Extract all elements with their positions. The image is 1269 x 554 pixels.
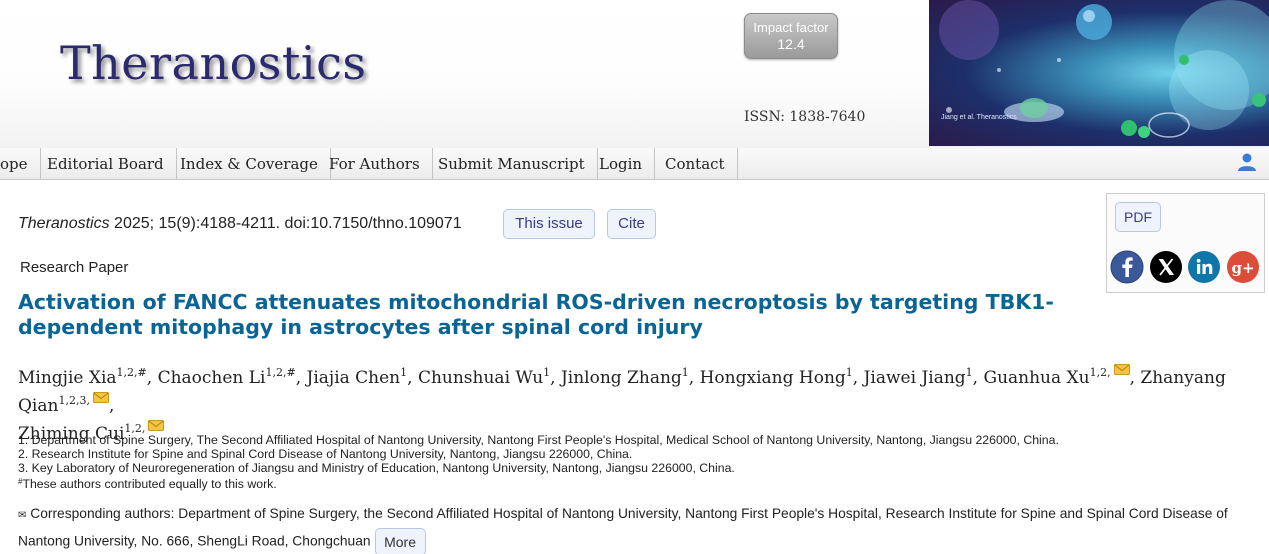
nav-item-contact[interactable]: Contact (653, 148, 738, 179)
citation-line: Theranostics 2025; 15(9):4188-4211. doi:… (18, 215, 462, 233)
site-header: Theranostics Impact factor 12.4 ISSN: 18… (0, 0, 1269, 148)
issn: ISSN: 1838-7640 (744, 109, 866, 125)
author-affiliation-sup: 1,2,# (116, 366, 147, 379)
main-nav: ope Editorial Board Index & Coverage For… (0, 148, 1269, 180)
nav-item-login[interactable]: Login (587, 148, 656, 179)
envelope-icon[interactable] (1113, 364, 1130, 375)
impact-factor-value: 12.4 (777, 36, 805, 52)
linkedin-icon[interactable] (1187, 250, 1221, 284)
x-icon[interactable] (1149, 250, 1183, 284)
author-affiliation-sup: 1 (681, 366, 689, 379)
nav-item-index-coverage[interactable]: Index & Coverage (168, 148, 331, 179)
author-affiliation-sup: 1,2,# (265, 366, 296, 379)
journal-name: Theranostics (18, 215, 110, 232)
author-affiliation-sup: 1 (543, 366, 551, 379)
author-affiliation-sup: 1 (965, 366, 973, 379)
article-type: Research Paper (20, 259, 129, 276)
author-name[interactable]: Jiajia Chen (307, 368, 401, 388)
cover-credit: Jiang et al. Theranostics (941, 114, 1017, 121)
cite-button[interactable]: Cite (607, 209, 656, 239)
facebook-icon[interactable] (1110, 250, 1144, 284)
envelope-icon[interactable] (148, 420, 165, 431)
affiliation-2: 2. Research Institute for Spine and Spin… (18, 447, 633, 461)
article-title: Activation of FANCC attenuates mitochond… (18, 290, 1068, 340)
author-affiliation-sup: 1,2,3, (58, 394, 90, 407)
this-issue-button[interactable]: This issue (503, 209, 595, 239)
author-name[interactable]: Guanhua Xu (983, 368, 1089, 388)
corresponding-text: Corresponding authors: Department of Spi… (18, 506, 1228, 549)
nav-item-submit-manuscript[interactable]: Submit Manuscript (426, 148, 598, 179)
article-tools-box: PDF g+ (1106, 193, 1265, 293)
author-affiliation-sup: 1 (400, 366, 408, 379)
author-affiliation-sup: 1 (845, 366, 853, 379)
article-title-line-2: dependent mitophagy in astrocytes after … (18, 315, 703, 339)
cover-image[interactable]: Jiang et al. Theranostics (929, 0, 1269, 146)
citation-details: 2025; 15(9):4188-4211. doi:10.7150/thno.… (109, 215, 462, 232)
envelope-icon[interactable] (92, 392, 109, 403)
impact-factor-badge[interactable]: Impact factor 12.4 (744, 13, 838, 59)
nav-item-for-authors[interactable]: For Authors (317, 148, 433, 179)
author-affiliation-sup: 1,2, (1089, 366, 1111, 379)
user-icon[interactable] (1237, 152, 1257, 172)
affiliation-1: 1. Department of Spine Surgery, The Seco… (18, 433, 1059, 447)
author-name[interactable]: Chaochen Li (158, 368, 266, 388)
author-name[interactable]: Jiawei Jiang (864, 368, 966, 388)
pdf-button[interactable]: PDF (1115, 202, 1161, 232)
impact-factor-label: Impact factor (753, 20, 829, 35)
svg-text:g+: g+ (1231, 259, 1254, 277)
more-button[interactable]: More (374, 528, 426, 554)
author-name[interactable]: Hongxiang Hong (700, 368, 846, 388)
author-name[interactable]: Chunshuai Wu (418, 368, 543, 388)
affiliation-3: 3. Key Laboratory of Neuroregeneration o… (18, 461, 735, 475)
nav-item-editorial-board[interactable]: Editorial Board (35, 148, 177, 179)
equal-contribution-note: #These authors contributed equally to th… (18, 477, 277, 491)
corresponding-authors: ✉ Corresponding authors: Department of S… (18, 501, 1263, 554)
journal-logo[interactable]: Theranostics (60, 36, 366, 90)
affiliations: 1. Department of Spine Surgery, The Seco… (18, 433, 1059, 491)
author-name[interactable]: Jinlong Zhang (561, 368, 682, 388)
author-name[interactable]: Mingjie Xia (18, 368, 117, 388)
google-plus-icon[interactable]: g+ (1226, 250, 1260, 284)
article-title-line-1: Activation of FANCC attenuates mitochond… (18, 290, 1054, 314)
